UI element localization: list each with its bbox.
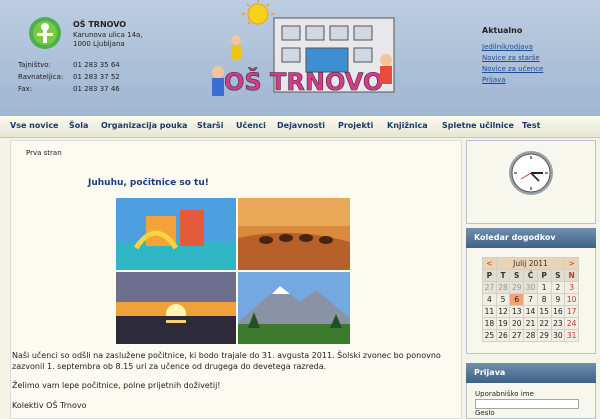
calendar-day[interactable]: 14 — [523, 305, 538, 318]
calendar-day[interactable]: 26 — [495, 329, 511, 342]
calendar-day[interactable]: 31 — [564, 329, 579, 342]
contact-value-secretary: 01 283 35 64 — [73, 61, 120, 69]
photo-camels[interactable] — [238, 198, 350, 270]
calendar-day[interactable]: 22 — [536, 317, 552, 330]
contact-label-principal: Ravnateljica: — [18, 73, 64, 81]
calendar-day[interactable]: 28 — [523, 329, 538, 342]
article-paragraph-1a: Naši učenci so odšli na zaslužene počitn… — [12, 351, 441, 360]
address-line-1: Karunova ulica 14a, — [73, 31, 143, 39]
aktualno-title: Aktualno — [482, 26, 523, 35]
event-calendar: < Julij 2011 > P T S Č P S N 27 28 29 30… — [482, 257, 579, 342]
calendar-day[interactable]: 29 — [536, 329, 552, 342]
weekday-label: S — [509, 269, 525, 282]
calendar-day[interactable]: 27 — [509, 329, 525, 342]
calendar-header: Koledar dogodkov — [466, 228, 596, 248]
contact-label-secretary: Tajništvo: — [18, 61, 51, 69]
calendar-day[interactable]: 20 — [509, 317, 525, 330]
calendar-next-button[interactable]: > — [564, 257, 579, 270]
nav-spletne-ucilnice[interactable]: Spletne učilnice — [442, 121, 514, 130]
calendar-day[interactable]: 7 — [523, 293, 538, 306]
nav-organizacija-pouka[interactable]: Organizacija pouka — [101, 121, 187, 130]
nav-starsi[interactable]: Starši — [197, 121, 223, 130]
weekday-label: P — [482, 269, 497, 282]
calendar-day[interactable]: 30 — [523, 281, 538, 294]
calendar-day[interactable]: 30 — [550, 329, 566, 342]
nav-knjiznica[interactable]: Knjižnica — [387, 121, 428, 130]
calendar-day[interactable]: 15 — [536, 305, 552, 318]
calendar-month-label: Julij 2011 — [495, 257, 566, 270]
calendar-day[interactable]: 5 — [495, 293, 511, 306]
weekday-label: N — [564, 269, 579, 282]
username-label: Uporabniško ime — [475, 390, 534, 398]
calendar-day[interactable]: 18 — [482, 317, 497, 330]
calendar-day[interactable]: 8 — [536, 293, 552, 306]
photo-waterpark[interactable] — [116, 198, 236, 270]
calendar-day[interactable]: 17 — [564, 305, 579, 318]
weekday-label: T — [495, 269, 511, 282]
calendar-day[interactable]: 12 — [495, 305, 511, 318]
nav-sola[interactable]: Šola — [69, 121, 88, 130]
contact-label-fax: Fax: — [18, 85, 33, 93]
article-signature: Kolektiv OŠ Trnovo — [12, 401, 87, 410]
password-label: Geslo — [475, 409, 495, 417]
site-header: OŠ TRNOVO Karunova ulica 14a, 1000 Ljubl… — [0, 0, 600, 116]
link-jedilnik[interactable]: Jedilnik/odjava — [482, 43, 533, 51]
calendar-day[interactable]: 27 — [482, 281, 497, 294]
weekday-label: S — [550, 269, 566, 282]
article-paragraph-1b: zazvonil 1. septembra ob 8.15 uri za uče… — [12, 362, 327, 371]
username-input[interactable] — [475, 399, 579, 409]
weekday-label: Č — [523, 269, 538, 282]
calendar-day[interactable]: 19 — [495, 317, 511, 330]
article-paragraph-2: Želimo vam lepe počitnice, polne prijetn… — [12, 381, 221, 390]
photo-sunset[interactable] — [116, 272, 236, 344]
link-prijava[interactable]: Prijava — [482, 76, 506, 84]
calendar-day[interactable]: 2 — [550, 281, 566, 294]
contact-value-fax: 01 283 37 46 — [73, 85, 120, 93]
nav-vse-novice[interactable]: Vse novice — [10, 121, 58, 130]
calendar-day[interactable]: 10 — [564, 293, 579, 306]
calendar-day[interactable]: 3 — [564, 281, 579, 294]
banner-title: OŠ TRNOVO — [224, 66, 383, 96]
breadcrumb[interactable]: Prva stran — [26, 149, 62, 157]
calendar-day[interactable]: 24 — [564, 317, 579, 330]
weekday-label: P — [536, 269, 552, 282]
clock-box — [466, 140, 596, 224]
school-name: OŠ TRNOVO — [73, 20, 127, 29]
nav-projekti[interactable]: Projekti — [338, 121, 373, 130]
calendar-day[interactable]: 11 — [482, 305, 497, 318]
school-logo[interactable] — [28, 16, 62, 50]
calendar-day[interactable]: 9 — [550, 293, 566, 306]
photo-mountain[interactable] — [238, 272, 350, 344]
calendar-day[interactable]: 4 — [482, 293, 497, 306]
nav-ucenci[interactable]: Učenci — [236, 121, 266, 130]
calendar-day-today[interactable]: 6 — [509, 293, 525, 306]
calendar-day[interactable]: 21 — [523, 317, 538, 330]
calendar-day[interactable]: 13 — [509, 305, 525, 318]
main-content — [10, 140, 462, 419]
calendar-day[interactable]: 29 — [509, 281, 525, 294]
calendar-day[interactable]: 1 — [536, 281, 552, 294]
login-header: Prijava — [466, 363, 596, 383]
address-line-2: 1000 Ljubljana — [73, 40, 125, 48]
nav-test[interactable]: Test — [522, 121, 540, 130]
contact-value-principal: 01 283 37 52 — [73, 73, 120, 81]
nav-dejavnosti[interactable]: Dejavnosti — [277, 121, 325, 130]
article-title[interactable]: Juhuhu, počitnice so tu! — [88, 178, 209, 188]
calendar-day[interactable]: 23 — [550, 317, 566, 330]
calendar-day[interactable]: 16 — [550, 305, 566, 318]
school-banner-drawing: OŠ TRNOVO — [212, 0, 395, 96]
calendar-prev-button[interactable]: < — [482, 257, 497, 270]
link-novice-za-ucence[interactable]: Novice za učence — [482, 65, 543, 73]
link-novice-za-starse[interactable]: Novice za starše — [482, 54, 540, 62]
main-navigation: Vse novice Šola Organizacija pouka Starš… — [0, 116, 600, 138]
clock-icon — [509, 151, 553, 195]
calendar-day[interactable]: 28 — [495, 281, 511, 294]
calendar-day[interactable]: 25 — [482, 329, 497, 342]
